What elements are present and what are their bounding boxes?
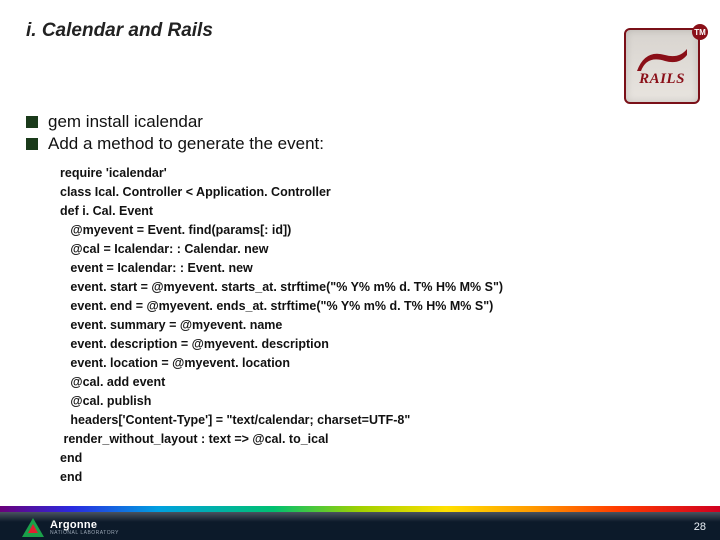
content-area: gem install icalendar Add a method to ge… [26,112,700,487]
code-block: require 'icalendar'class Ical. Controlle… [60,164,700,487]
code-line: event. description = @myevent. descripti… [60,335,700,354]
slide: i. Calendar and Rails TM RAILS gem insta… [0,0,720,540]
code-line: @cal. add event [60,373,700,392]
footer: Argonne NATIONAL LABORATORY 28 [0,506,720,540]
trademark-badge: TM [692,24,708,40]
bullet-item: Add a method to generate the event: [26,134,700,154]
bullet-text: Add a method to generate the event: [48,134,324,154]
code-line: @myevent = Event. find(params[: id]) [60,221,700,240]
bullet-text: gem install icalendar [48,112,203,132]
argonne-text: Argonne NATIONAL LABORATORY [50,520,119,536]
code-line: require 'icalendar' [60,164,700,183]
code-line: event. start = @myevent. starts_at. strf… [60,278,700,297]
slide-title: i. Calendar and Rails [26,20,213,42]
rails-logo: TM RAILS [624,28,700,104]
page-number: 28 [694,521,706,533]
code-line: end [60,449,700,468]
code-line: event. location = @myevent. location [60,354,700,373]
code-line: def i. Cal. Event [60,202,700,221]
code-line: headers['Content-Type'] = "text/calendar… [60,411,700,430]
argonne-triangle-icon [22,518,44,537]
code-line: class Ical. Controller < Application. Co… [60,183,700,202]
code-line: event. summary = @myevent. name [60,316,700,335]
argonne-logo: Argonne NATIONAL LABORATORY [22,518,119,537]
rails-wave-icon [635,45,689,73]
code-line: @cal = Icalendar: : Calendar. new [60,240,700,259]
code-line: event = Icalendar: : Event. new [60,259,700,278]
org-name: Argonne [50,520,119,531]
code-line: render_without_layout : text => @cal. to… [60,430,700,449]
bullet-item: gem install icalendar [26,112,700,132]
bullet-square-icon [26,138,38,150]
rails-logo-text: RAILS [639,71,685,88]
bullet-square-icon [26,116,38,128]
org-subtitle: NATIONAL LABORATORY [50,531,119,536]
code-line: event. end = @myevent. ends_at. strftime… [60,297,700,316]
footer-bar: Argonne NATIONAL LABORATORY 28 [0,512,720,540]
code-line: @cal. publish [60,392,700,411]
code-line: end [60,468,700,487]
